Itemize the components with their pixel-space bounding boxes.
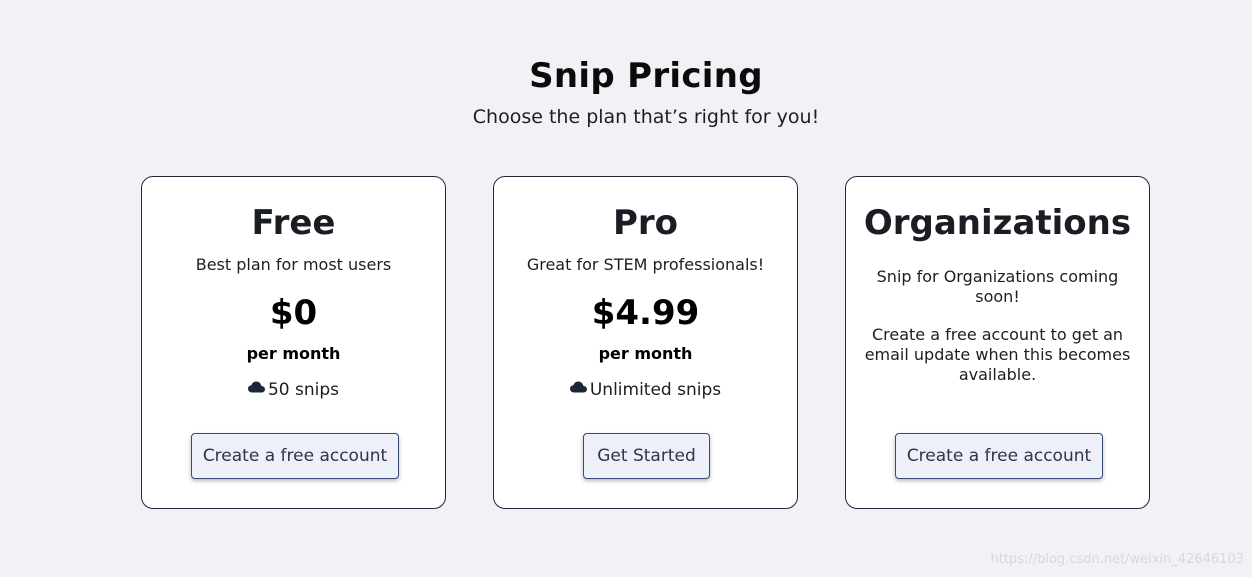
plan-description: Best plan for most users xyxy=(195,255,392,274)
cloud-icon xyxy=(247,381,265,393)
page-title: Snip Pricing xyxy=(529,56,763,96)
page-subtitle: Choose the plan that’s right for you! xyxy=(472,106,820,128)
plan-period: per month xyxy=(246,344,341,363)
pricing-card-free: Free Best plan for most users $0 per mon… xyxy=(141,176,446,509)
watermark: https://blog.csdn.net/weixin_42646103 xyxy=(990,552,1244,567)
plan-price: $4.99 xyxy=(591,293,700,333)
plan-feature-text: 50 snips xyxy=(267,380,340,400)
get-started-button[interactable]: Get Started xyxy=(583,433,710,479)
plan-feature-text: Unlimited snips xyxy=(589,380,722,400)
plan-name: Free xyxy=(251,203,336,243)
plan-feature: Unlimited snips xyxy=(494,380,797,400)
plan-period: per month xyxy=(598,344,693,363)
plan-name: Organizations xyxy=(863,203,1132,243)
plan-feature: 50 snips xyxy=(142,380,445,400)
pricing-card-pro: Pro Great for STEM professionals! $4.99 … xyxy=(493,176,798,509)
plan-price: $0 xyxy=(269,293,318,333)
pricing-card-organizations: Organizations Snip for Organizations com… xyxy=(845,176,1150,509)
cloud-icon xyxy=(569,381,587,393)
plan-email-update-note: Create a free account to get an email up… xyxy=(864,325,1131,384)
create-free-account-button[interactable]: Create a free account xyxy=(895,433,1103,479)
plan-coming-soon-note: Snip for Organizations coming soon! xyxy=(876,267,1119,306)
plan-name: Pro xyxy=(612,203,679,243)
create-free-account-button[interactable]: Create a free account xyxy=(191,433,399,479)
plan-description: Great for STEM professionals! xyxy=(526,255,765,274)
